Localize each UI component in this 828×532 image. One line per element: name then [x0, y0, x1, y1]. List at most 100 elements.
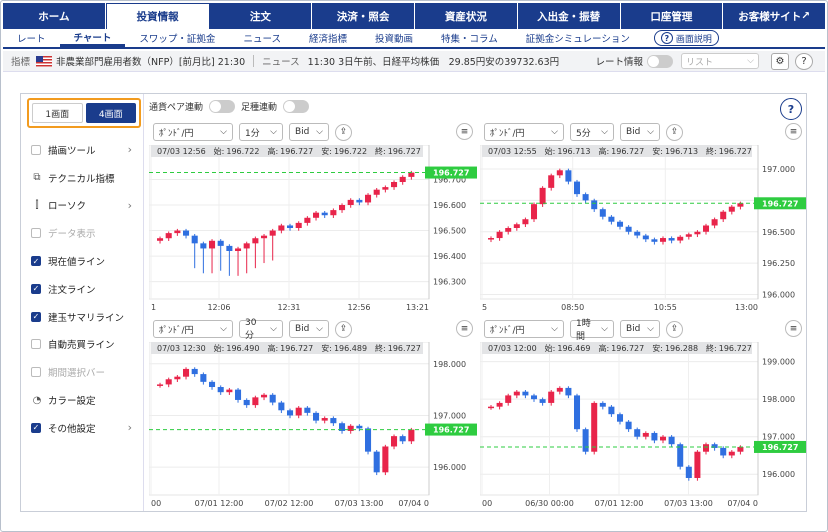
candle-body	[209, 240, 216, 249]
candle-body	[565, 170, 572, 182]
currency-pair-select[interactable]: ﾎﾟﾝﾄﾞ/円 ⌵	[153, 320, 233, 338]
x-tick-label: 10:55	[654, 303, 677, 312]
topnav-item[interactable]: 投資情報	[105, 3, 210, 29]
sidebar-menu-item[interactable]: ⧉ テクニカル指標	[21, 164, 144, 192]
chart-menu-icon[interactable]: ≡	[785, 123, 802, 140]
timeframe-select[interactable]: 1分 ⌵	[239, 123, 283, 141]
candle-body	[261, 394, 268, 398]
currency-pair-select[interactable]: ﾎﾟﾝﾄﾞ/円 ⌵	[153, 123, 233, 141]
checkbox-checked[interactable]: ✓	[31, 311, 41, 322]
candle-body	[651, 432, 658, 441]
indicator-text[interactable]: 非農業部門雇用者数（NFP）[前月比] 21:30	[56, 54, 245, 68]
upload-icon[interactable]: ⇪	[335, 320, 352, 338]
ohlc-low-label: 安:	[652, 146, 663, 156]
ohlc-low: 196.713	[664, 146, 699, 156]
price-side-select[interactable]: Bid ⌵	[620, 123, 660, 141]
sidebar-menu-item[interactable]: ✓ その他設定 ›	[21, 414, 144, 442]
chart-help-icon[interactable]: ?	[780, 98, 802, 120]
candle-body	[531, 395, 538, 400]
y-tick-label: 196.000	[762, 290, 795, 299]
subnav-item[interactable]: レート	[3, 29, 60, 47]
subnav-item[interactable]: 証拠金シミュレーション	[512, 29, 644, 47]
topnav-item[interactable]: お客様サイト ↗	[723, 3, 825, 29]
tab-1-screen[interactable]: 1画面	[32, 103, 83, 123]
sidebar-menu-item[interactable]: ✓ 建玉サマリライン	[21, 303, 144, 331]
topnav-item[interactable]: ホーム	[3, 3, 106, 29]
candle-body	[496, 402, 503, 407]
topnav-item[interactable]: 入出金・振替	[517, 3, 621, 29]
us-flag-icon	[36, 55, 53, 67]
candle-body	[694, 451, 701, 478]
chart-menu-icon[interactable]: ≡	[456, 123, 473, 140]
news-label: ニュース	[262, 57, 300, 68]
candle-body	[278, 402, 285, 411]
currency-pair-select[interactable]: ﾎﾟﾝﾄﾞ/円 ⌵	[484, 320, 564, 338]
timeframe-select[interactable]: 1時間 ⌵	[570, 319, 614, 342]
x-tick-label: 00	[151, 499, 161, 508]
subnav-item[interactable]: 経済指標	[295, 29, 361, 47]
chart-workspace: 1画面 4画面 描画ツール › ⧉ テクニカル指標 ⫿ ローソク › データ表示 ✓ 現在値ライン…	[20, 93, 807, 512]
sidebar-menu-item[interactable]: ◔ カラー設定	[21, 386, 144, 414]
sidebar-menu-label: 自動売買ライン	[48, 340, 115, 352]
checkbox[interactable]	[31, 339, 41, 350]
bar-link-toggle[interactable]	[283, 99, 310, 113]
topnav-item[interactable]: 注文	[209, 3, 313, 29]
gear-icon[interactable]: ⚙	[771, 52, 789, 70]
subnav-item[interactable]: 特集・コラム	[427, 29, 512, 47]
candle-body	[556, 170, 563, 176]
tab-4-screen[interactable]: 4画面	[85, 103, 136, 123]
topnav-item[interactable]: 資産状況	[415, 3, 518, 29]
sidebar-menu-item[interactable]: ⫿ ローソク ›	[21, 192, 144, 220]
sidebar-menu-item[interactable]: 自動売買ライン	[21, 331, 144, 359]
pair-link-toggle[interactable]	[209, 99, 236, 113]
price-side-select[interactable]: Bid ⌵	[289, 320, 329, 338]
timeframe-select[interactable]: 30分 ⌵	[239, 318, 283, 341]
upload-icon[interactable]: ⇪	[666, 123, 683, 141]
screen-help-button[interactable]: ? 画面説明	[653, 30, 719, 46]
candle-body	[703, 225, 710, 232]
candle-body	[278, 225, 285, 231]
candle-body	[174, 230, 181, 234]
sidebar-menu-item[interactable]: 描画ツール ›	[21, 136, 144, 164]
checkbox-checked[interactable]: ✓	[31, 422, 41, 433]
chart-menu-icon[interactable]: ≡	[456, 320, 473, 337]
chart-menu-icon[interactable]: ≡	[785, 320, 802, 337]
candle-body	[599, 209, 606, 217]
pair-link-label: 通貨ペア連動	[149, 102, 204, 113]
help-icon[interactable]: ?	[795, 52, 813, 70]
upload-icon[interactable]: ⇪	[335, 123, 352, 141]
list-select[interactable]: リスト ⌵	[681, 53, 759, 69]
checkbox[interactable]	[31, 228, 41, 239]
ohlc-low-label: 安:	[321, 343, 332, 353]
subnav-item[interactable]: ニュース	[229, 29, 295, 47]
checkbox[interactable]	[31, 144, 41, 155]
sidebar-menu-label: データ表示	[48, 229, 96, 241]
x-tick-label: 1	[151, 303, 156, 312]
subnav-item[interactable]: スワップ・証拠金	[125, 29, 229, 47]
checkbox[interactable]	[31, 367, 41, 378]
candle-body	[488, 238, 495, 240]
x-tick-label: 12:56	[347, 303, 370, 312]
ohlc-close: 196.727	[718, 343, 752, 353]
bar-link-label: 足種連動	[241, 102, 278, 113]
sidebar-menu-item[interactable]: ✓ 注文ライン	[21, 275, 144, 303]
candle-body	[252, 397, 259, 406]
rate-info-toggle[interactable]	[647, 54, 673, 68]
subnav-item[interactable]: 投資動画	[361, 29, 427, 47]
topnav-item[interactable]: 口座管理	[620, 3, 724, 29]
ohlc-low: 196.722	[333, 146, 368, 156]
checkbox-checked[interactable]: ✓	[31, 283, 41, 294]
news-text[interactable]: 11:30 3日午前、日経平均株価 29.85円安の39732.63円	[308, 54, 559, 68]
checkbox-checked[interactable]: ✓	[31, 256, 41, 267]
price-side-select[interactable]: Bid ⌵	[620, 320, 660, 338]
candle-body	[287, 225, 294, 228]
price-side-select[interactable]: Bid ⌵	[289, 123, 329, 141]
timeframe-select[interactable]: 5分 ⌵	[570, 123, 614, 141]
upload-icon[interactable]: ⇪	[666, 320, 683, 338]
topnav-item[interactable]: 決済・照会	[312, 3, 415, 29]
sidebar-menu-item[interactable]: ✓ 現在値ライン	[21, 247, 144, 275]
candle-body	[200, 243, 207, 249]
ohlc-close-label: 終:	[375, 146, 386, 156]
subnav-item[interactable]: チャート	[59, 29, 126, 47]
currency-pair-select[interactable]: ﾎﾟﾝﾄﾞ/円 ⌵	[484, 123, 564, 141]
